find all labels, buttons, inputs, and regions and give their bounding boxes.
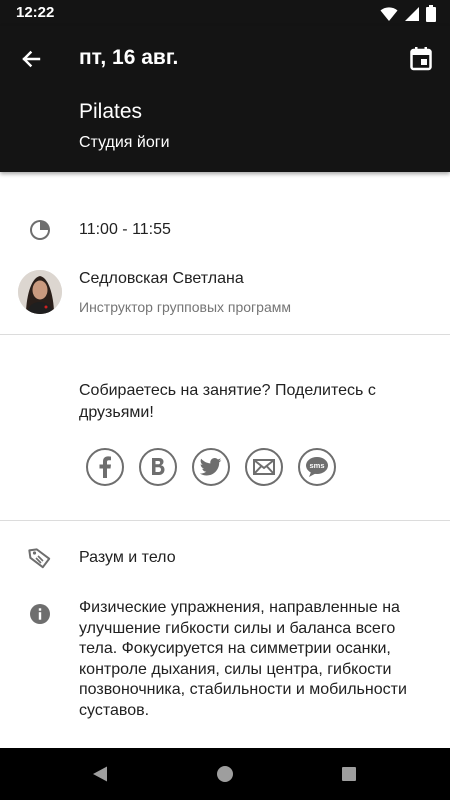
twitter-icon xyxy=(200,458,222,476)
nav-home-icon xyxy=(217,766,233,782)
clock-icon xyxy=(24,214,56,246)
share-prompt: Собираетесь на занятие? Поделитесь с дру… xyxy=(79,382,376,421)
app-header: пт, 16 авг. Pilates Студия йоги xyxy=(0,26,450,172)
nav-home-button[interactable] xyxy=(213,762,237,786)
wifi-icon xyxy=(380,6,398,21)
status-icons xyxy=(380,5,436,22)
tag-icon xyxy=(24,542,56,574)
share-vk-button[interactable] xyxy=(139,448,177,486)
class-title: Pilates xyxy=(79,100,143,123)
share-buttons: sms xyxy=(86,448,336,486)
share-facebook-button[interactable] xyxy=(86,448,124,486)
class-studio: Студия йоги xyxy=(79,134,170,151)
header-date: пт, 16 авг. xyxy=(79,46,179,69)
signal-icon xyxy=(405,6,419,21)
category-label: Разум и тело xyxy=(79,549,176,566)
email-icon xyxy=(253,459,275,475)
calendar-icon xyxy=(410,47,432,71)
add-to-calendar-button[interactable] xyxy=(404,42,438,76)
instructor-avatar xyxy=(18,270,62,314)
status-bar: 12:22 xyxy=(0,0,450,26)
sms-label: sms xyxy=(309,461,324,470)
nav-back-icon xyxy=(93,766,107,782)
nav-recents-button[interactable] xyxy=(337,762,361,786)
nav-recents-icon xyxy=(342,767,356,781)
divider xyxy=(0,520,450,521)
class-description: Физические упражнения, направленные на у… xyxy=(79,599,407,719)
divider xyxy=(0,334,450,335)
class-time: 11:00 - 11:55 xyxy=(79,221,171,238)
arrow-back-icon xyxy=(22,50,41,68)
facebook-icon xyxy=(99,456,111,478)
nav-back-button[interactable] xyxy=(88,762,112,786)
vk-icon xyxy=(152,458,165,475)
share-sms-button[interactable]: sms xyxy=(298,448,336,486)
battery-icon xyxy=(426,5,436,22)
system-nav-bar xyxy=(0,748,450,800)
status-time: 12:22 xyxy=(16,4,55,21)
share-twitter-button[interactable] xyxy=(192,448,230,486)
instructor-role: Инструктор групповых программ xyxy=(79,299,291,315)
info-icon xyxy=(24,598,56,630)
share-email-button[interactable] xyxy=(245,448,283,486)
sms-icon: sms xyxy=(306,457,328,477)
instructor-name: Седловская Светлана xyxy=(79,270,244,287)
back-button[interactable] xyxy=(14,42,48,76)
